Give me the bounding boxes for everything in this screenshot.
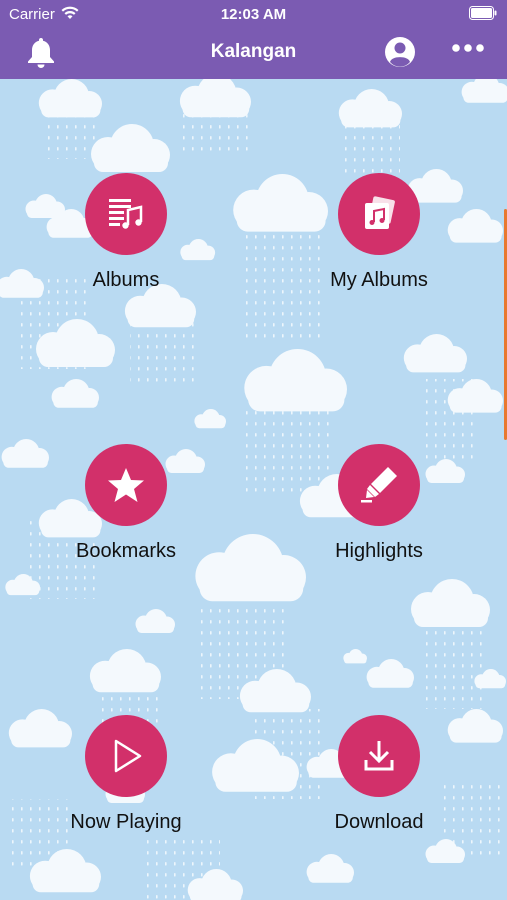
- menu-download[interactable]: Download: [289, 715, 469, 834]
- download-button[interactable]: [338, 715, 420, 797]
- bookmarks-button[interactable]: [85, 444, 167, 526]
- status-time: 12:03 AM: [220, 6, 287, 23]
- menu-now-playing[interactable]: Now Playing: [36, 715, 216, 834]
- highlighter-icon: [361, 467, 397, 503]
- bookmarks-label: Bookmarks: [75, 540, 177, 562]
- app-header: Carrier 12:03 AM Kalangan: [0, 0, 507, 79]
- my-albums-icon: [365, 196, 395, 229]
- now-playing-label: Now Playing: [70, 811, 182, 833]
- menu-my-albums[interactable]: My Albums: [289, 173, 469, 292]
- highlights-button[interactable]: [338, 444, 420, 526]
- menu-highlights[interactable]: Highlights: [289, 444, 469, 563]
- profile-icon[interactable]: [384, 36, 416, 68]
- my-albums-label: My Albums: [330, 269, 428, 291]
- menu-bookmarks[interactable]: Bookmarks: [36, 444, 216, 563]
- my-albums-button[interactable]: [338, 173, 420, 255]
- albums-button[interactable]: [85, 173, 167, 255]
- menu-albums[interactable]: Albums: [36, 173, 216, 292]
- highlights-label: Highlights: [335, 540, 423, 562]
- albums-label: Albums: [92, 269, 160, 291]
- page-title: Kalangan: [210, 41, 297, 62]
- home-content[interactable]: Albums My Albums Bookmarks Highlights No…: [0, 79, 507, 900]
- navigation-bar: Kalangan: [0, 28, 507, 79]
- play-icon: [114, 739, 142, 773]
- download-icon: [364, 741, 394, 771]
- now-playing-button[interactable]: [85, 715, 167, 797]
- download-label: Download: [334, 811, 424, 833]
- album-list-icon: [109, 199, 143, 229]
- star-icon: [108, 468, 144, 502]
- more-options-icon[interactable]: [451, 43, 485, 53]
- status-bar: Carrier 12:03 AM: [0, 0, 507, 28]
- battery-icon: [469, 6, 497, 20]
